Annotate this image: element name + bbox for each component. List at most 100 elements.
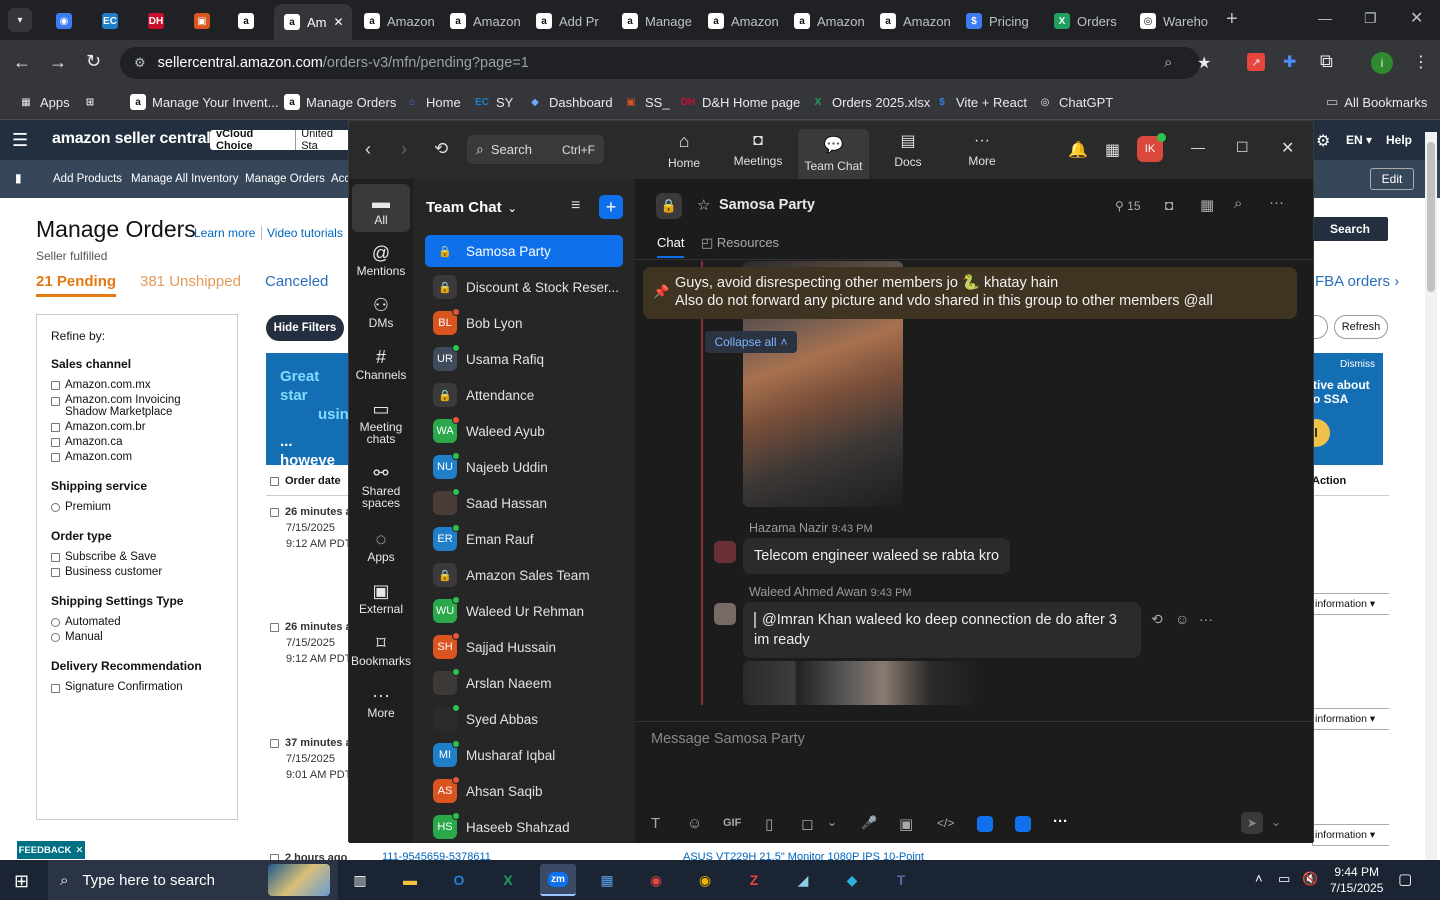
taskbar-search[interactable]: ⌕ Type here to search [48,860,338,900]
chrome-profile-icon[interactable]: ◉ [687,864,723,896]
nav-manage-inventory[interactable]: Manage All Inventory [131,173,238,185]
zoom-close-icon[interactable]: ✕ [1281,138,1294,158]
microphone-icon[interactable]: 🎤 [861,815,877,831]
chat-list-item[interactable]: 🔒 Discount & Stock Reser... [425,271,623,303]
chat-list-item[interactable]: WA Waleed Ayub [425,415,623,447]
rail-dms[interactable]: ⚇ DMs [351,293,411,329]
checkbox[interactable] [51,422,60,432]
tab-meetings[interactable]: ◘ Meetings [721,121,795,179]
checkbox[interactable] [51,684,60,693]
message-input[interactable]: Message Samosa Party [651,731,1291,747]
network-icon[interactable]: ▭ [1278,871,1290,887]
tab-chat[interactable]: Chat [657,235,685,258]
nav-add-products[interactable]: Add Products [53,173,122,185]
send-options-icon[interactable]: ⌄ [1271,815,1281,829]
filter-option[interactable]: Subscribe & Save [51,551,223,563]
dismiss-link[interactable]: Dismiss [1310,359,1383,370]
send-button[interactable]: ➤ [1241,812,1263,834]
file-explorer-icon[interactable]: ▬ [392,864,428,896]
zoom-search-box[interactable]: ⌕ Search Ctrl+F [467,135,604,164]
chat-list-item[interactable]: AS Ahsan Saqib [425,775,623,807]
browser-tab[interactable]: ◎ Wareho [1130,6,1216,36]
checkbox[interactable] [51,397,60,406]
taskbar-clock[interactable]: 9:44 PM 7/15/2025 [1330,864,1383,896]
volume-icon[interactable]: 🔇 [1302,871,1318,887]
nav-manage-orders[interactable]: Manage Orders [245,173,325,185]
screenshot-icon[interactable]: ◻ [801,815,813,833]
filter-option[interactable]: Amazon.com [51,451,223,463]
add-reaction-icon[interactable]: ☺ [1175,611,1189,627]
browser-tab[interactable]: X Orders [1044,6,1128,36]
chat-list-item[interactable]: BL Bob Lyon [425,307,623,339]
radio-button[interactable] [51,632,60,642]
row-checkbox[interactable] [270,738,279,748]
filter-option[interactable]: Premium [51,501,223,513]
app-diamond-icon[interactable]: ◆ [834,864,870,896]
message-bubble-1[interactable]: Telecom engineer waleed se rabta kro [743,538,1011,574]
amazon-seller-central-logo[interactable]: amazon seller central [52,130,211,148]
task-view-icon[interactable]: ▥ [342,864,378,896]
bookmark-item[interactable]: ⌂ Home [404,94,461,110]
collapse-all-button[interactable]: Collapse all ˄ [705,331,797,353]
search-orders-button[interactable]: Search [1312,217,1388,241]
rail-mentions[interactable]: @ Mentions [351,241,411,277]
filter-option[interactable]: Amazon.com.mx [51,379,223,391]
bookmark-item[interactable]: ⊞ [82,94,98,110]
chat-list-item[interactable]: 🔒 Amazon Sales Team [425,559,623,591]
emoji-icon[interactable]: ☺ [687,815,702,832]
pinned-message[interactable]: 📌 Guys, avoid disrespecting other member… [643,267,1297,319]
new-chat-button[interactable]: + [599,195,623,219]
tray-chevron-icon[interactable]: ˄ [1255,871,1263,886]
rail-channels[interactable]: # Channels [351,345,411,381]
extension-blue-icon[interactable]: ✚ [1283,52,1296,72]
format-text-icon[interactable]: T [651,815,660,832]
row-checkbox[interactable] [270,622,279,632]
chat-list-item[interactable]: Saad Hassan [425,487,623,519]
channel-search-icon[interactable]: ⌕ [1234,195,1242,212]
bookmark-item[interactable]: a Manage Orders [284,94,396,110]
hamburger-menu-icon[interactable]: ☰ [12,130,28,151]
chat-list-item[interactable]: SH Sajjad Hussain [425,631,623,663]
channel-calendar-icon[interactable]: ▦ [1200,196,1214,214]
browser-tab[interactable]: a Amazon [870,6,954,36]
tab-docs[interactable]: ▤ Docs [871,121,945,179]
browser-tab[interactable]: EC [92,6,132,36]
amazon-scrollbar[interactable] [1425,132,1437,860]
channel-more-icon[interactable]: ··· [1269,194,1284,211]
more-information-dropdown[interactable]: information ▾ [1312,824,1389,846]
product-title-link[interactable]: ASUS VT229H 21.5" Monitor 1080P IPS 10-P… [683,851,924,860]
member-count[interactable]: ⚲ 15 [1115,199,1141,213]
checkbox[interactable] [51,380,60,390]
bookmark-item[interactable]: a Manage Your Invent... [130,94,278,110]
checkbox[interactable] [51,452,60,462]
refresh-button[interactable]: Refresh [1334,315,1388,339]
radio-button[interactable] [51,502,60,512]
all-bookmarks[interactable]: ▭ All Bookmarks [1326,94,1427,110]
order-id-link[interactable]: 111-9545659-5378611 [382,851,491,860]
zoom-minimize-icon[interactable]: — [1191,139,1205,155]
rail-external[interactable]: ▣ External [351,579,411,615]
windows-start-icon[interactable]: ⊞ [14,871,29,892]
chat-list-item[interactable]: Syed Abbas [425,703,623,735]
chat-list-item[interactable]: MI Musharaf Iqbal [425,739,623,771]
filter-option[interactable]: Amazon.com.br [51,421,223,433]
browser-tab[interactable]: $ Pricing [956,6,1040,36]
bookmark-item[interactable]: EC SY [474,94,513,110]
app-icon[interactable]: ◢ [785,864,821,896]
calendar-icon[interactable]: ▦ [1105,140,1120,160]
address-bar[interactable]: ⚙ sellercentral.amazon.com/orders-v3/mfn… [120,47,1211,79]
fba-orders-link[interactable]: FBA orders › [1315,273,1399,290]
restore-icon[interactable]: ❐ [1364,10,1377,27]
table-row[interactable]: 26 minutes ag 7/15/2025 9:12 AM PDT [270,504,358,552]
bookmark-item[interactable]: ◎ ChatGPT [1037,94,1114,110]
screenshot-options-icon[interactable]: ⌄ [827,815,837,829]
chat-list-item[interactable]: 🔒 Samosa Party [425,235,623,267]
bookmark-item[interactable]: ▣ SS_ [623,94,669,110]
bookmark-item[interactable]: ▦ Apps [18,94,69,110]
zoom-app-icon-2[interactable] [1015,816,1031,832]
channel-name[interactable]: Samosa Party [719,197,815,213]
shared-image-2[interactable] [743,661,977,705]
settings-gear-icon[interactable]: ⚙ [1316,131,1330,151]
filter-option[interactable]: Amazon.com Invoicing Shadow Marketplace [51,394,223,418]
chat-list-item[interactable]: UR Usama Rafiq [425,343,623,375]
